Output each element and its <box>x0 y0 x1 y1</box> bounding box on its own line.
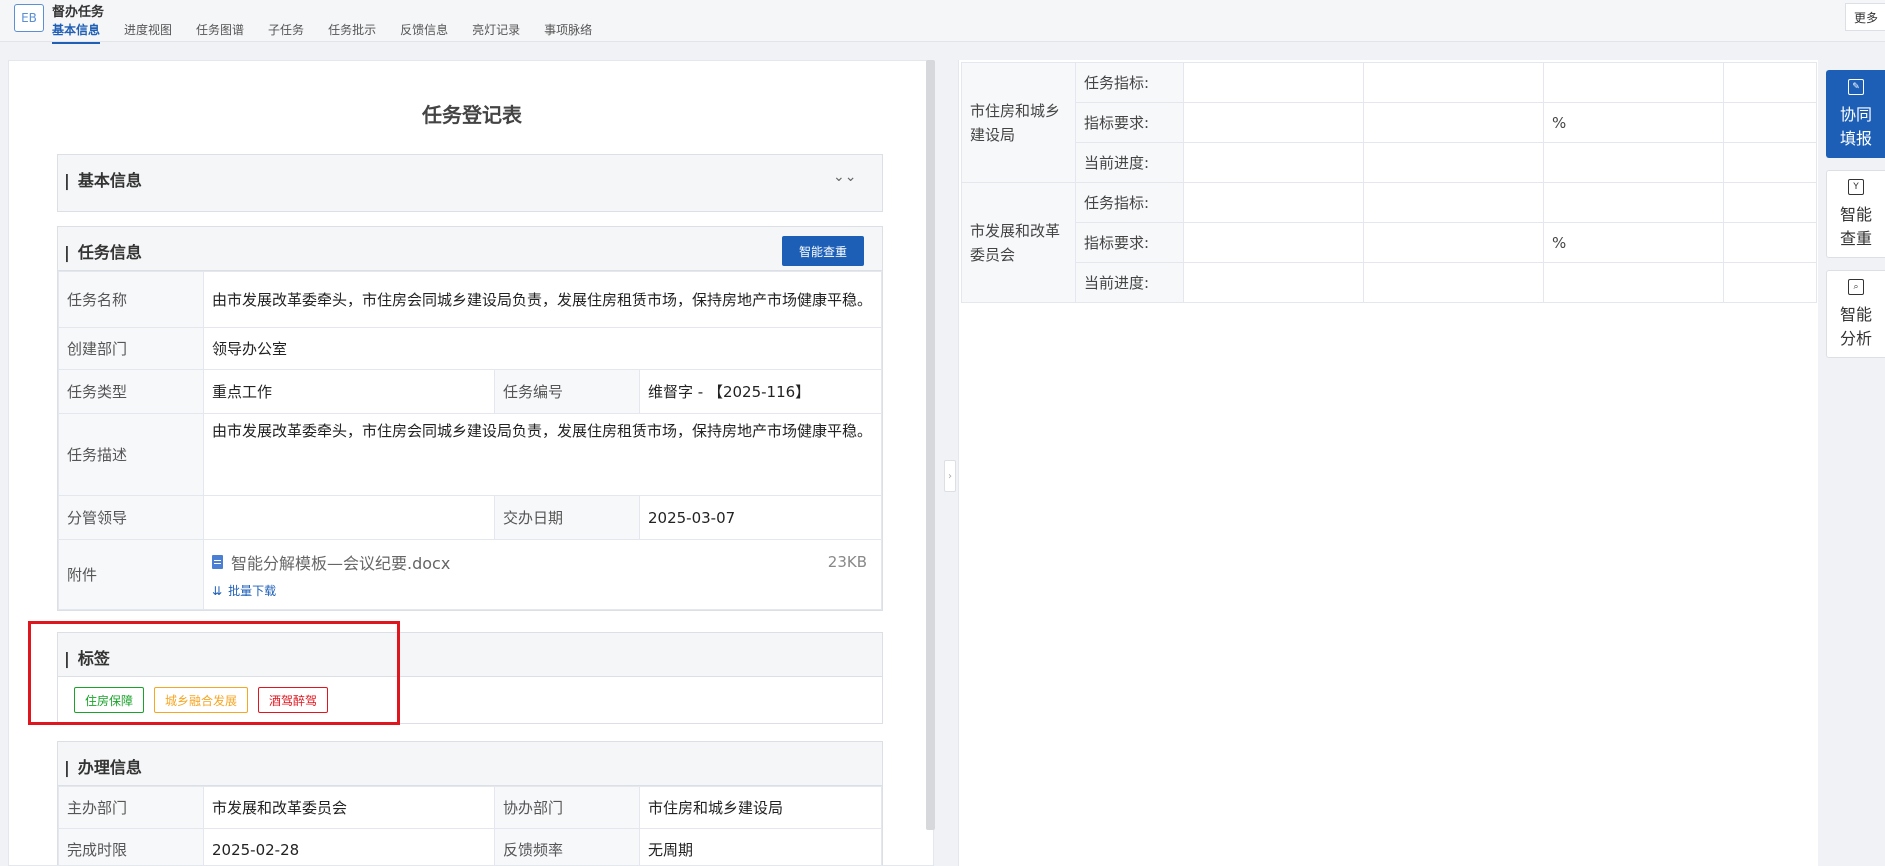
table-row: 分管领导 交办日期 2025-03-07 <box>58 495 882 540</box>
table-row: 市住房和城乡建设局 任务指标: <box>961 62 1817 183</box>
deadline-value: 2025-02-28 <box>203 828 495 865</box>
indicator-label: 当前进度: <box>1075 142 1184 183</box>
tab-subtasks[interactable]: 子任务 <box>268 21 304 44</box>
top-bar: EB 督办任务 基本信息 进度视图 任务图谱 子任务 任务批示 反馈信息 亮灯记… <box>0 0 1885 44</box>
indicator-label: 任务指标: <box>1075 182 1184 223</box>
table-row: 主办部门 市发展和改革委员会 协办部门 市住房和城乡建设局 <box>58 786 882 829</box>
table-row: 指标要求: % <box>962 102 1817 143</box>
smart-dedupe-side-button[interactable]: Y 智能查重 <box>1826 170 1885 258</box>
indicator-dept: 市住房和城乡建设局 <box>961 62 1076 183</box>
tab-progress-view[interactable]: 进度视图 <box>124 21 172 44</box>
tab-light-records[interactable]: 亮灯记录 <box>472 21 520 44</box>
basic-info-section: 基本信息 ⌄⌄ <box>57 154 883 212</box>
feedback-freq-label: 反馈频率 <box>494 828 640 865</box>
leader-value <box>203 495 495 540</box>
indicator-label: 任务指标: <box>1075 62 1184 103</box>
percent-unit: % <box>1543 222 1724 263</box>
collaborative-fill-button[interactable]: ✎ 协同填报 <box>1826 70 1885 158</box>
indicator-label: 当前进度: <box>1075 262 1184 303</box>
tab-task-graph[interactable]: 任务图谱 <box>196 21 244 44</box>
table-row: 当前进度: <box>962 142 1817 183</box>
indicator-dept: 市发展和改革委员会 <box>961 182 1076 303</box>
tags-highlight-box <box>28 621 400 725</box>
analysis-icon: ⌕ <box>1848 279 1864 295</box>
tab-task-instructions[interactable]: 任务批示 <box>328 21 376 44</box>
table-row: 任务类型 重点工作 任务编号 维督字 - 【2025-116】 <box>58 369 882 414</box>
attachment-label: 附件 <box>58 539 204 610</box>
handling-info-table: 主办部门 市发展和改革委员会 协办部门 市住房和城乡建设局 完成时限 2025-… <box>58 786 882 865</box>
task-form-panel: 任务登记表 基本信息 ⌄⌄ 任务信息 智能查重 任务名称 由市发展改革委牵头，市… <box>8 60 934 866</box>
more-button[interactable]: 更多 <box>1845 3 1885 31</box>
assign-date-label: 交办日期 <box>494 495 640 540</box>
table-row: 市发展和改革委员会 任务指标: <box>961 182 1817 303</box>
tab-basic-info[interactable]: 基本信息 <box>52 21 101 44</box>
table-row: 任务描述 由市发展改革委牵头，市住房会同城乡建设局负责，发展住房租赁市场，保持房… <box>58 413 882 496</box>
app-title: 督办任务 <box>52 5 105 20</box>
section-title: 基本信息 <box>64 167 142 191</box>
document-icon <box>212 555 223 569</box>
task-name-value: 由市发展改革委牵头，市住房会同城乡建设局负责，发展住房租赁市场，保持房地产市场健… <box>203 271 882 328</box>
task-info-table: 任务名称 由市发展改革委牵头，市住房会同城乡建设局负责，发展住房租赁市场，保持房… <box>58 271 882 610</box>
edit-icon: ✎ <box>1848 79 1864 95</box>
task-name-label: 任务名称 <box>58 271 204 328</box>
tab-feedback[interactable]: 反馈信息 <box>400 21 448 44</box>
table-row: 创建部门 领导办公室 <box>58 327 882 370</box>
table-row: 指标要求: % <box>962 222 1817 263</box>
filter-icon: Y <box>1848 179 1864 195</box>
creator-dept-label: 创建部门 <box>58 327 204 370</box>
tab-bar: 基本信息 进度视图 任务图谱 子任务 任务批示 反馈信息 亮灯记录 事项脉络 <box>52 21 616 44</box>
table-row: 完成时限 2025-02-28 反馈频率 无周期 <box>58 828 882 865</box>
section-title: 办理信息 <box>64 754 142 778</box>
section-title: 任务信息 <box>64 239 142 263</box>
smart-analysis-button[interactable]: ⌕ 智能分析 <box>1826 270 1885 358</box>
leader-label: 分管领导 <box>58 495 204 540</box>
task-info-section: 任务信息 智能查重 任务名称 由市发展改革委牵头，市住房会同城乡建设局负责，发展… <box>57 226 883 611</box>
lead-dept-label: 主办部门 <box>58 786 204 829</box>
deadline-label: 完成时限 <box>58 828 204 865</box>
indicator-table: 市住房和城乡建设局 任务指标: 指标要求: % 当前进度: 市发展和改革委员会 … <box>961 62 1817 303</box>
task-type-label: 任务类型 <box>58 369 204 414</box>
task-desc-value: 由市发展改革委牵头，市住房会同城乡建设局负责，发展住房租赁市场，保持房地产市场健… <box>203 413 882 496</box>
tab-item-context[interactable]: 事项脉络 <box>544 21 592 44</box>
percent-unit: % <box>1543 102 1724 143</box>
table-row: 附件 智能分解模板—会议纪要.docx 23KB ⇊ 批量下载 <box>58 539 882 610</box>
handling-info-section: 办理信息 主办部门 市发展和改革委员会 协办部门 市住房和城乡建设局 完成时限 … <box>57 741 883 865</box>
attachment-size: 23KB <box>827 553 867 571</box>
task-no-label: 任务编号 <box>494 369 640 414</box>
creator-dept-value: 领导办公室 <box>203 327 882 370</box>
panel-collapse-handle[interactable]: › <box>944 460 956 492</box>
co-dept-value: 市住房和城乡建设局 <box>639 786 882 829</box>
indicator-label: 指标要求: <box>1075 222 1184 263</box>
download-list-icon: ⇊ <box>212 583 223 598</box>
assign-date-value: 2025-03-07 <box>639 495 882 540</box>
expand-chevron-icon[interactable]: ⌄⌄ <box>833 169 856 185</box>
vertical-scrollbar[interactable] <box>926 60 935 830</box>
feedback-freq-value: 无周期 <box>639 828 882 865</box>
indicator-label: 指标要求: <box>1075 102 1184 143</box>
task-desc-label: 任务描述 <box>58 413 204 496</box>
form-title: 任务登记表 <box>422 103 522 127</box>
table-row: 任务名称 由市发展改革委牵头，市住房会同城乡建设局负责，发展住房租赁市场，保持房… <box>58 271 882 328</box>
attachment-file[interactable]: 智能分解模板—会议纪要.docx 23KB <box>212 550 873 574</box>
side-toolbar: ✎ 协同填报 Y 智能查重 ⌕ 智能分析 <box>1826 70 1885 370</box>
co-dept-label: 协办部门 <box>494 786 640 829</box>
indicator-panel: 市住房和城乡建设局 任务指标: 指标要求: % 当前进度: 市发展和改革委员会 … <box>958 60 1818 866</box>
table-row: 当前进度: <box>962 262 1817 303</box>
attachment-filename[interactable]: 智能分解模板—会议纪要.docx <box>231 550 450 574</box>
task-type-value: 重点工作 <box>203 369 495 414</box>
task-no-value: 维督字 - 【2025-116】 <box>639 369 882 414</box>
lead-dept-value: 市发展和改革委员会 <box>203 786 495 829</box>
smart-dedupe-button[interactable]: 智能查重 <box>782 236 864 266</box>
app-badge: EB <box>14 4 44 32</box>
batch-download-link[interactable]: ⇊ 批量下载 <box>212 582 873 599</box>
